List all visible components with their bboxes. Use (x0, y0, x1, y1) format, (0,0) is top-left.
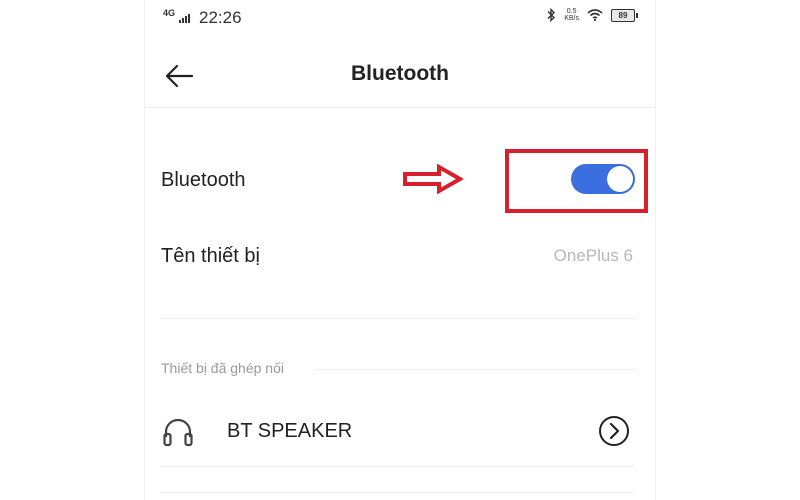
network-type: 4G (163, 8, 176, 18)
clock: 22:26 (199, 8, 242, 27)
network-speed: 0.5 KB/s (564, 8, 579, 22)
status-bar: 4G 22:26 0.5 KB/s 89 (145, 0, 655, 34)
header-divider (145, 107, 655, 108)
status-right: 0.5 KB/s 89 (547, 8, 638, 22)
paired-devices-header: Thiết bị đã ghép nối (161, 360, 284, 376)
signal-icon (179, 14, 191, 23)
row-divider (161, 466, 635, 467)
page-title: Bluetooth (351, 62, 449, 85)
speed-unit: KB/s (564, 15, 579, 22)
annotation-highlight-box (505, 149, 648, 213)
bluetooth-status-icon (547, 8, 556, 22)
battery-indicator: 89 (611, 8, 638, 22)
status-left: 4G 22:26 (163, 8, 242, 28)
chevron-right-circle-icon (599, 416, 629, 446)
device-name-value[interactable]: OnePlus 6 (554, 246, 633, 266)
headphone-icon (163, 418, 193, 447)
annotation-arrow-icon (403, 164, 463, 194)
section-header-line (315, 369, 635, 370)
speed-value: 0.5 (566, 8, 577, 15)
row-divider-bottom (161, 492, 635, 493)
page-header: Bluetooth (145, 46, 655, 106)
paired-device-row[interactable]: BT SPEAKER (145, 400, 655, 464)
settings-screen: 4G 22:26 0.5 KB/s 89 Bluetooth Bluetooth… (145, 0, 655, 500)
section-divider (161, 318, 635, 319)
bluetooth-toggle-label: Bluetooth (161, 169, 246, 191)
paired-device-name: BT SPEAKER (227, 420, 353, 442)
wifi-icon (587, 9, 603, 21)
device-details-button[interactable] (597, 414, 631, 448)
device-name-label: Tên thiết bị (161, 245, 260, 267)
